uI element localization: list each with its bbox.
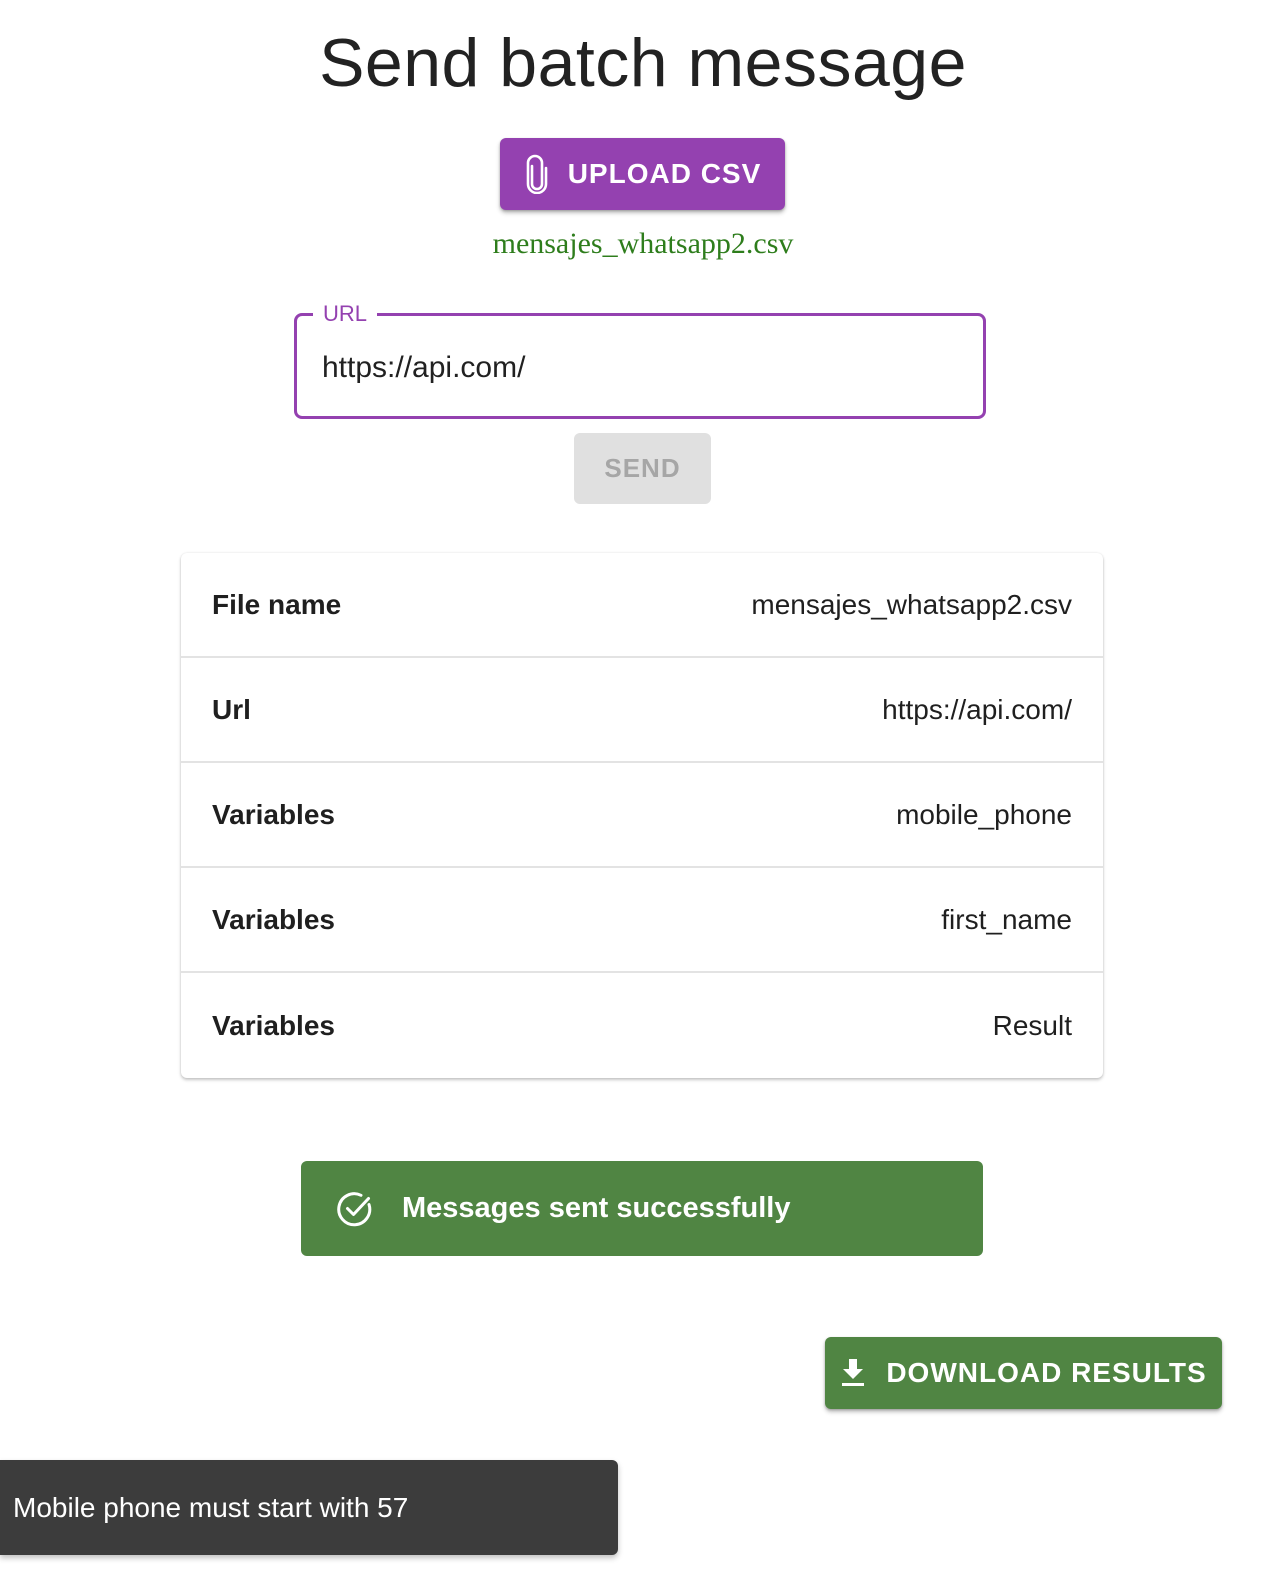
check-circle-icon xyxy=(336,1190,374,1228)
url-input[interactable] xyxy=(322,346,952,390)
row-value: mensajes_whatsapp2.csv xyxy=(751,588,1072,620)
row-value: Result xyxy=(992,1009,1072,1041)
upload-csv-button[interactable]: UPLOAD CSV xyxy=(500,138,785,210)
summary-table: File name mensajes_whatsapp2.csv Url htt… xyxy=(181,553,1103,1078)
page-title: Send batch message xyxy=(319,25,967,101)
row-key: Variables xyxy=(212,903,335,935)
table-row: Variables mobile_phone xyxy=(181,763,1103,868)
download-results-label: DOWNLOAD RESULTS xyxy=(886,1357,1207,1388)
snackbar-message: Mobile phone must start with 57 xyxy=(13,1491,409,1523)
send-button[interactable]: SEND xyxy=(574,433,711,504)
row-key: Variables xyxy=(212,1009,335,1041)
success-alert: Messages sent successfully xyxy=(301,1161,983,1256)
row-value: mobile_phone xyxy=(896,798,1072,830)
row-value: first_name xyxy=(941,903,1072,935)
download-results-button[interactable]: DOWNLOAD RESULTS xyxy=(825,1337,1222,1409)
error-snackbar: Mobile phone must start with 57 xyxy=(0,1460,618,1555)
paperclip-icon xyxy=(524,154,550,194)
selected-file-name: mensajes_whatsapp2.csv xyxy=(492,227,794,260)
table-row: Variables first_name xyxy=(181,868,1103,973)
upload-csv-label: UPLOAD CSV xyxy=(567,158,762,189)
url-field-label: URL xyxy=(313,300,378,328)
table-row: Url https://api.com/ xyxy=(181,658,1103,763)
table-row: File name mensajes_whatsapp2.csv xyxy=(181,553,1103,658)
row-key: File name xyxy=(212,588,342,620)
download-icon xyxy=(840,1358,866,1388)
row-key: Variables xyxy=(212,798,335,830)
row-value: https://api.com/ xyxy=(882,693,1072,725)
row-key: Url xyxy=(212,693,251,725)
table-row: Variables Result xyxy=(181,973,1103,1078)
url-field[interactable]: URL xyxy=(294,300,986,419)
alert-message: Messages sent successfully xyxy=(402,1192,791,1224)
